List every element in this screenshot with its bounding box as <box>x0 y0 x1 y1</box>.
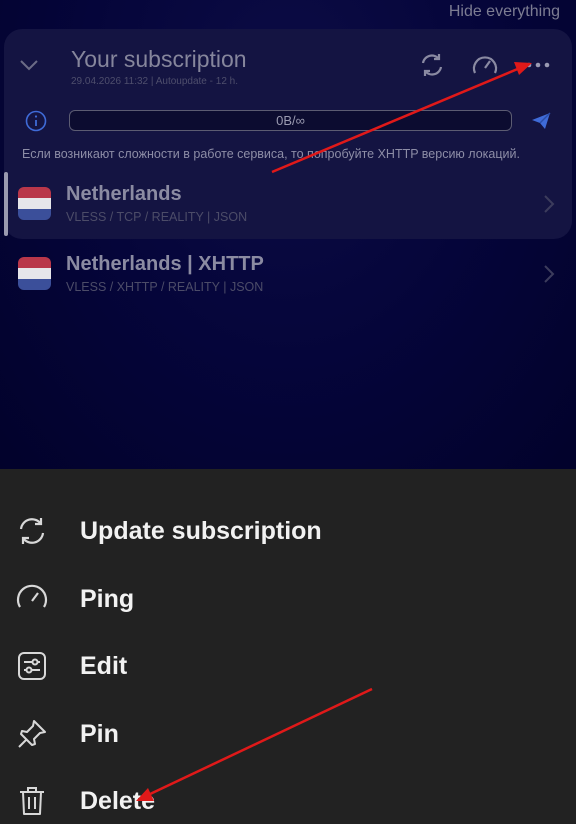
trash-icon <box>20 787 44 815</box>
server-name: Netherlands | XHTTP <box>66 253 264 275</box>
selected-indicator <box>4 172 8 236</box>
subscription-notice: Если возникают сложности в работе сервис… <box>22 147 520 161</box>
netherlands-flag-icon <box>18 257 51 290</box>
refresh-icon <box>19 518 45 544</box>
subscription-title: Your subscription <box>71 46 247 72</box>
menu-item-pin[interactable]: Pin <box>0 706 576 762</box>
subscription-actions-sheet: Update subscription Ping Edit Pin Delete <box>0 469 576 824</box>
menu-item-delete[interactable]: Delete <box>0 773 576 824</box>
traffic-progress-bar: 0B/∞ <box>69 110 512 131</box>
info-icon[interactable] <box>25 110 47 132</box>
sliders-icon <box>18 652 46 680</box>
server-row[interactable]: Netherlands | XHTTP VLESS / XHTTP / REAL… <box>4 240 572 308</box>
menu-item-label: Ping <box>80 584 135 613</box>
pin-icon <box>18 720 46 748</box>
menu-item-label: Delete <box>80 786 156 815</box>
server-row[interactable]: Netherlands VLESS / TCP / REALITY | JSON <box>4 170 572 238</box>
hide-everything-link[interactable]: Hide everything <box>449 3 560 21</box>
chevron-right-icon <box>544 195 555 213</box>
menu-item-update-subscription[interactable]: Update subscription <box>0 503 576 559</box>
subscription-meta: 29.04.2026 11:32 | Autoupdate - 12 h. <box>71 76 238 87</box>
server-protocol: VLESS / TCP / REALITY | JSON <box>66 210 248 224</box>
menu-item-edit[interactable]: Edit <box>0 638 576 694</box>
server-protocol: VLESS / XHTTP / REALITY | JSON <box>66 280 264 294</box>
menu-item-label: Pin <box>80 719 119 748</box>
netherlands-flag-icon <box>18 187 51 220</box>
telegram-send-icon[interactable] <box>531 111 551 131</box>
refresh-icon[interactable] <box>418 51 446 79</box>
menu-item-label: Edit <box>80 651 128 680</box>
speedometer-icon <box>16 584 48 608</box>
speedometer-icon[interactable] <box>471 52 499 80</box>
menu-item-ping[interactable]: Ping <box>0 571 576 627</box>
chevron-down-icon[interactable] <box>18 53 40 75</box>
server-name: Netherlands <box>66 183 182 205</box>
more-icon[interactable] <box>524 58 552 72</box>
chevron-right-icon <box>544 265 555 283</box>
traffic-label: 0B/∞ <box>276 113 305 128</box>
menu-item-label: Update subscription <box>80 516 322 545</box>
